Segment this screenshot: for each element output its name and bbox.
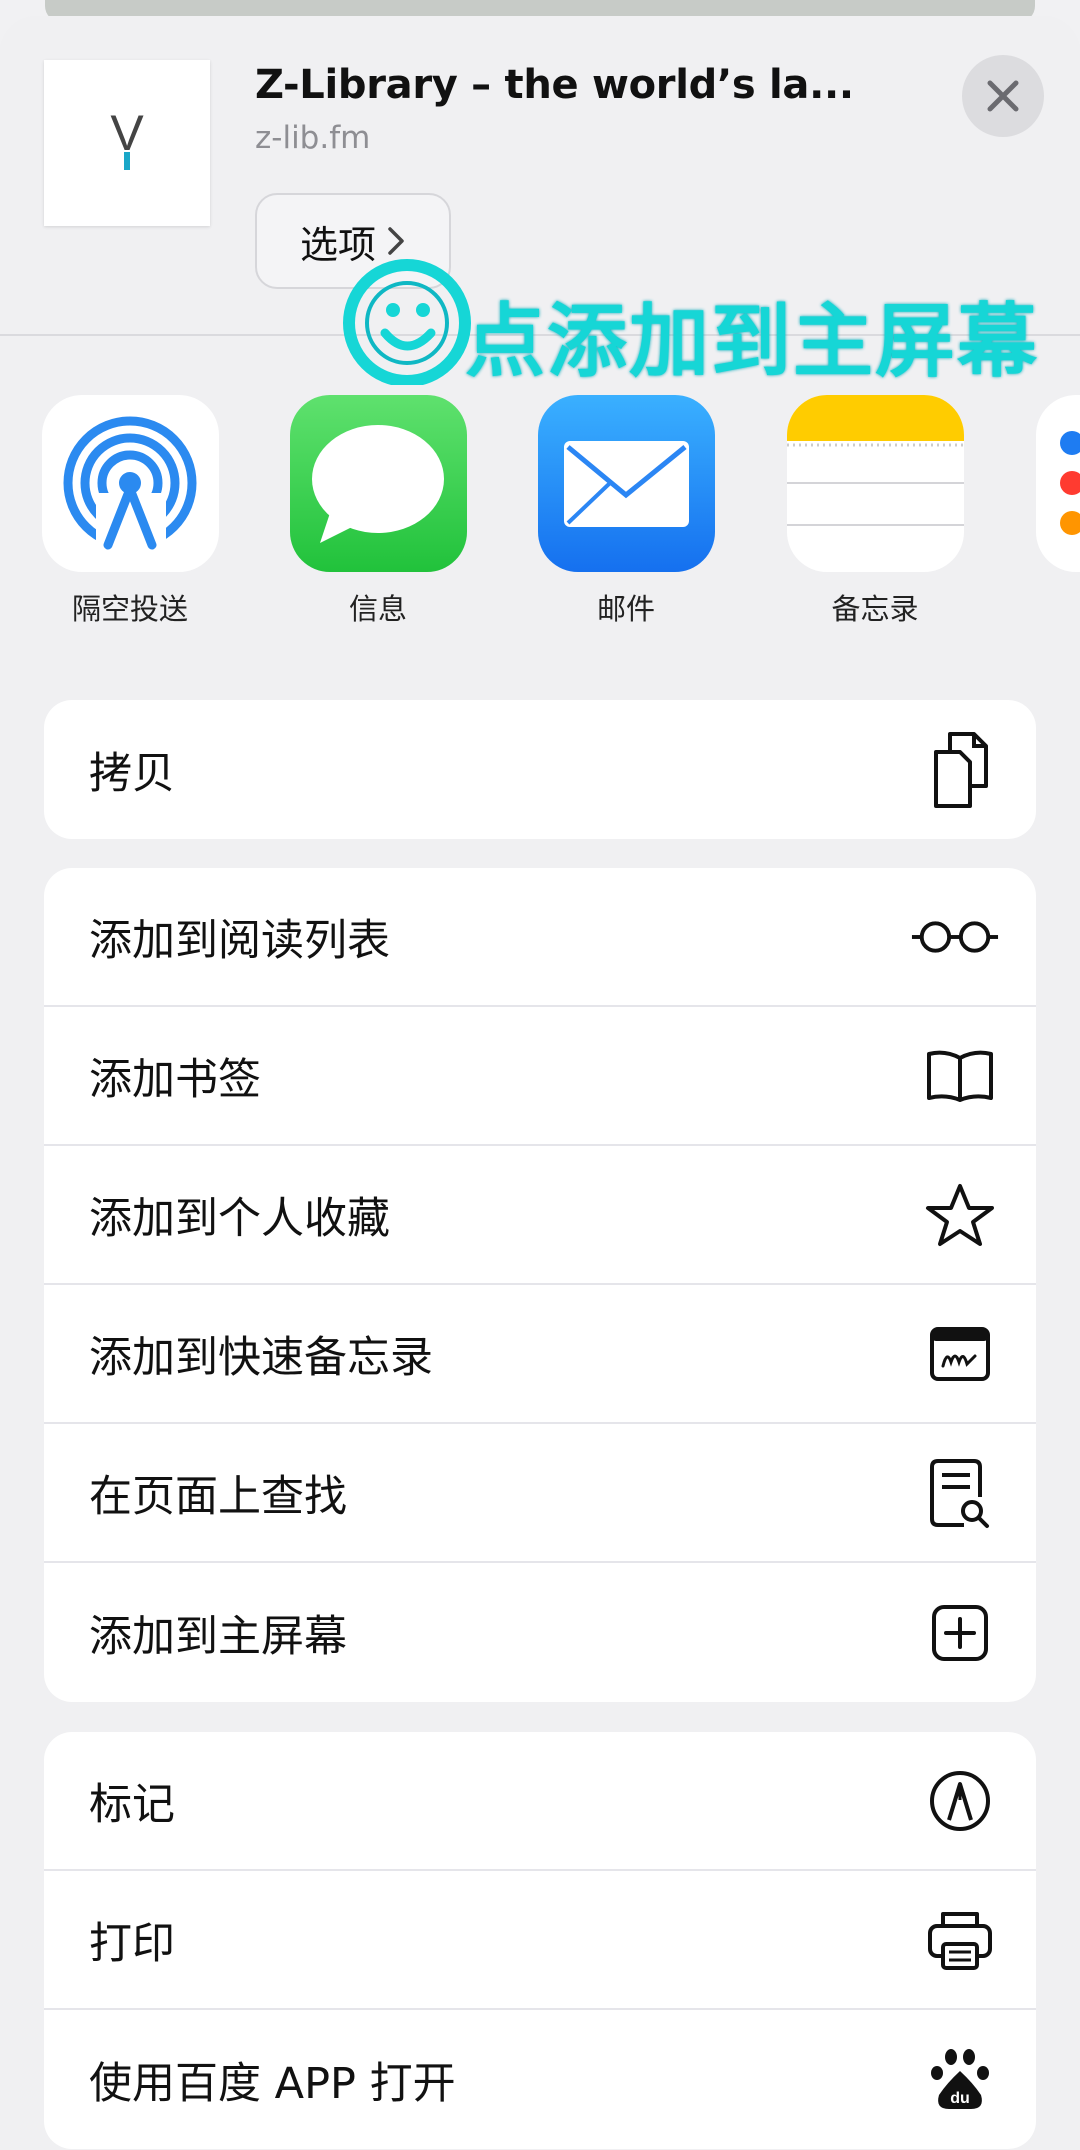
markup-icon [920,1761,1000,1841]
messages-icon [289,395,467,572]
chevron-right-icon [388,227,404,255]
printer-icon [920,1900,1000,1980]
action-label: 打印 [89,1918,175,1969]
action-label: 标记 [89,1779,175,1830]
page-thumbnail: V [44,60,210,226]
sticker-text: 点添加到主屏幕 [465,295,1039,388]
app-label: 信息 [348,592,407,626]
action-add-home-screen[interactable]: 添加到主屏幕 [44,1563,1036,1702]
action-group-other: 标记 打印 使用百度 APP 打开 du [44,1732,1036,2149]
book-icon [920,1036,1000,1116]
app-notes[interactable]: 备忘录 [785,395,965,628]
action-group-add: 添加到阅读列表 添加书签 添加到个人收藏 添加到快速备忘录 在页面上查找 添加到… [44,868,1036,1702]
action-label: 在页面上查找 [89,1471,347,1522]
zlibrary-logo-icon: V [110,108,144,170]
action-markup[interactable]: 标记 [44,1732,1036,1871]
svg-text:du: du [950,2090,970,2107]
app-reminders[interactable]: 提 [1034,395,1080,628]
close-button[interactable] [962,55,1044,137]
glasses-icon [911,897,1000,977]
smiley-sticker-icon [343,259,471,385]
action-add-quick-note[interactable]: 添加到快速备忘录 [44,1285,1036,1424]
share-apps-row: 隔空投送 信息 邮件 备忘录 [0,395,1080,635]
action-open-baidu[interactable]: 使用百度 APP 打开 du [44,2010,1036,2149]
action-print[interactable]: 打印 [44,1871,1036,2010]
action-group-copy: 拷贝 [44,700,1036,839]
action-add-favorites[interactable]: 添加到个人收藏 [44,1146,1036,1285]
app-mail[interactable]: 邮件 [536,395,716,628]
airdrop-icon [41,395,219,572]
action-label: 拷贝 [89,748,175,799]
reminders-icon [1035,395,1080,572]
mail-icon [537,395,715,572]
action-add-bookmark[interactable]: 添加书签 [44,1007,1036,1146]
quick-note-icon [920,1314,1000,1394]
close-icon [987,80,1019,112]
action-copy[interactable]: 拷贝 [44,700,1036,839]
action-label: 添加到快速备忘录 [89,1332,433,1383]
annotation-sticker: 点添加到主屏幕 [335,255,1045,388]
copy-icon [920,730,1000,810]
notes-icon [786,395,964,572]
find-in-page-icon [920,1453,1000,1533]
action-label: 添加书签 [89,1054,261,1105]
baidu-paw-icon: du [920,2040,1000,2120]
action-label: 添加到个人收藏 [89,1193,390,1244]
app-label: 隔空投送 [71,592,188,626]
action-label: 添加到主屏幕 [89,1611,347,1662]
app-airdrop[interactable]: 隔空投送 [40,395,220,628]
page-title: Z-Library – the world’s la... [255,62,854,108]
page-url: z-lib.fm [255,120,371,156]
add-square-icon [920,1593,1000,1673]
action-find-on-page[interactable]: 在页面上查找 [44,1424,1036,1563]
app-label: 邮件 [596,592,655,626]
action-add-reading-list[interactable]: 添加到阅读列表 [44,868,1036,1007]
star-icon [920,1175,1000,1255]
action-label: 使用百度 APP 打开 [89,2058,456,2109]
app-messages[interactable]: 信息 [288,395,468,628]
action-label: 添加到阅读列表 [89,915,390,966]
app-label: 提 [1034,586,1080,628]
app-label: 备忘录 [831,592,919,626]
